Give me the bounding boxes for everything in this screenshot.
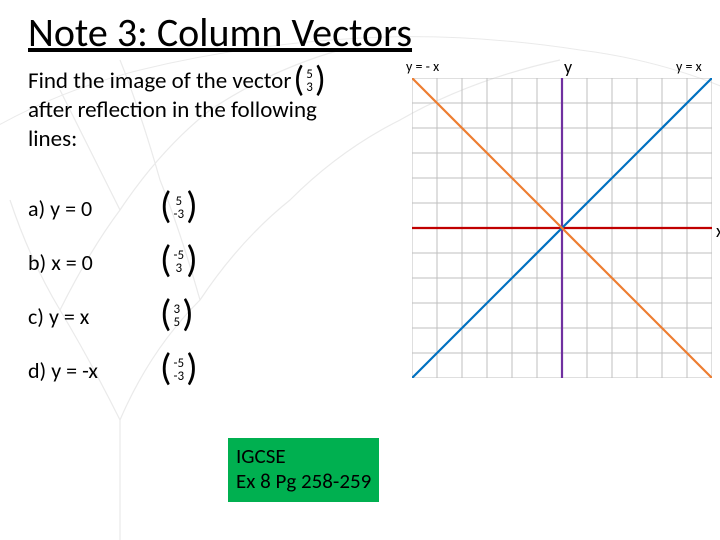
paren-right-icon: ) [186,353,198,383]
exercise-line2: Ex 8 Pg 258-259 [236,469,371,494]
answer-vector: ( -5 -3 ) [160,355,198,385]
answer-label: a) y = 0 [28,195,158,222]
paren-left-icon: ( [160,191,172,221]
vector-bottom: 5 [174,316,181,330]
answers-list: a) y = 0 ( 5 -3 ) b) x = 0 ( [28,181,423,397]
vector-bottom: -3 [174,370,185,384]
paren-right-icon: ) [315,65,326,94]
vector-bottom: -3 [174,208,185,222]
answer-vector: ( 3 5 ) [160,301,194,331]
vector-top: -5 [174,357,185,371]
paren-right-icon: ) [186,191,198,221]
question-text-2: after reflection in the following [28,96,423,125]
question-text-3: lines: [28,125,423,154]
answer-row: d) y = -x ( -5 -3 ) [28,343,423,397]
answer-label: b) x = 0 [28,249,158,276]
vector-bottom: 3 [306,81,313,95]
answer-row: b) x = 0 ( -5 3 ) [28,235,423,289]
question-vector: ( 5 3 ) [293,67,325,96]
paren-left-icon: ( [160,299,172,329]
paren-right-icon: ) [186,245,198,275]
paren-left-icon: ( [160,353,172,383]
answer-vector: ( -5 3 ) [160,247,198,277]
answer-label: c) y = x [28,303,158,330]
vector-top: 3 [174,303,181,317]
exercise-line1: IGCSE [236,444,371,469]
answer-label: d) y = -x [28,357,158,384]
paren-right-icon: ) [182,299,194,329]
question-block: Find the image of the vector ( 5 3 ) aft… [28,67,423,397]
exercise-reference: IGCSE Ex 8 Pg 258-259 [228,438,379,502]
answer-row: a) y = 0 ( 5 -3 ) [28,181,423,235]
vector-bottom: 3 [174,262,185,276]
vector-top: -5 [174,249,185,263]
paren-left-icon: ( [160,245,172,275]
question-text-1: Find the image of the vector [28,67,291,96]
vector-top: 5 [174,195,185,209]
vector-top: 5 [306,68,313,82]
paren-left-icon: ( [293,65,304,94]
answer-vector: ( 5 -3 ) [160,193,198,223]
answer-row: c) y = x ( 3 5 ) [28,289,423,343]
slide-title: Note 3: Column Vectors [28,8,702,57]
